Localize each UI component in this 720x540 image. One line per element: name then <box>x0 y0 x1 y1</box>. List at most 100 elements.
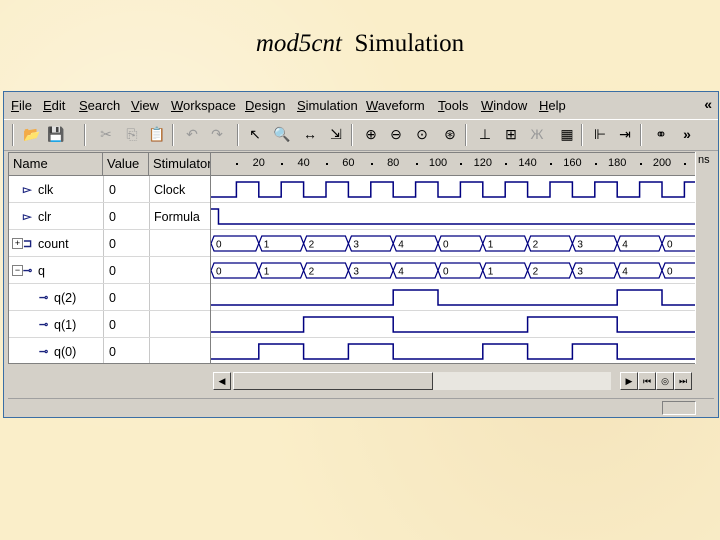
open-folder-icon[interactable]: 📂 <box>22 124 42 144</box>
zoom-in-icon[interactable]: ⊕ <box>361 124 381 144</box>
time-unit-label: ns <box>698 154 710 166</box>
q2-trace <box>211 289 695 306</box>
zoom-fit-icon[interactable]: ⊛ <box>440 124 460 144</box>
menu-help[interactable]: Help <box>539 98 566 113</box>
toolbar-separator <box>237 124 239 146</box>
cut-icon[interactable]: ✂ <box>96 124 116 144</box>
save-icon[interactable]: 💾 <box>46 124 66 144</box>
bus-icon: ⊐ <box>23 238 33 250</box>
copy-icon[interactable]: ⎘ <box>122 124 142 144</box>
count-value: 2 <box>533 240 539 251</box>
binoculars-icon[interactable]: ⚭ <box>651 124 671 144</box>
signal-name: clk <box>38 183 54 197</box>
menu-mnemonic: W <box>366 98 378 113</box>
signal-name: q(0) <box>54 345 77 359</box>
signal-row-q2[interactable]: ⊸ q(2) 0 <box>9 284 210 311</box>
q-waveform[interactable]: 012340123401 <box>211 257 695 284</box>
hierarchy-icon[interactable]: ▦ <box>557 124 577 144</box>
signal-name: q <box>38 264 45 278</box>
scroll-stop-button[interactable]: ◎ <box>656 372 674 390</box>
signal-list-panel: Name Value Stimulator ▻ clk 0 Clock ▻ clr 0 For… <box>8 152 211 364</box>
signal-value: 0 <box>109 345 116 359</box>
signal-name: clr <box>38 210 52 224</box>
menu-label-rest: earch <box>87 98 121 113</box>
q0-waveform[interactable] <box>211 338 695 363</box>
signal-stimulator: Clock <box>154 183 186 197</box>
horizontal-scroll-track[interactable] <box>233 372 611 390</box>
menu-tools[interactable]: Tools <box>438 98 468 113</box>
column-header-value[interactable]: Value <box>103 153 149 176</box>
toolbar: 📂 💾 ✂ ⎘ 📋 ↶ ↷ ↖ 🔍 ↔ ⇲ ⊕ ⊖ ⊙ ⊛ ⊥ ⊞ Ж ▦ ⊩ ⇥ ⚭ » <box>4 119 718 151</box>
redo-icon[interactable]: ↷ <box>207 124 227 144</box>
count-waveform[interactable]: 012340123401 <box>211 230 695 257</box>
q-waveform-svg: 012340123401 <box>211 262 695 279</box>
ruler-label: 80 <box>387 157 400 169</box>
ruler-label: 60 <box>342 157 355 169</box>
clk-waveform[interactable] <box>211 176 695 203</box>
column-header-stimulator[interactable]: Stimulator <box>149 153 210 176</box>
ruler-label: 200 <box>652 157 672 169</box>
zoom-out-icon[interactable]: ⊖ <box>386 124 406 144</box>
clk-waveform-svg <box>211 181 695 198</box>
ruler-tick <box>326 163 328 165</box>
menu-window[interactable]: Window <box>481 98 527 113</box>
menu-overflow-chevron[interactable]: « <box>704 96 712 112</box>
edge-right-icon[interactable]: ⇥ <box>615 124 635 144</box>
add-bus-icon[interactable]: ⊞ <box>501 124 521 144</box>
column-header-name[interactable]: Name <box>9 153 103 176</box>
toolbar-separator <box>351 124 353 146</box>
menu-view[interactable]: View <box>131 98 159 113</box>
menu-simulation[interactable]: Simulation <box>297 98 358 113</box>
stimulator-icon[interactable]: Ж <box>527 124 547 144</box>
signal-value: 0 <box>109 183 116 197</box>
waveform-panel[interactable]: 20406080100120140160180200 0123401234010… <box>211 152 695 364</box>
ruler-tick <box>415 163 418 165</box>
signal-value: 0 <box>109 264 116 278</box>
toolbar-overflow-chevron[interactable]: » <box>677 124 697 144</box>
menu-edit[interactable]: Edit <box>43 98 65 113</box>
scroll-last-button[interactable]: ⏭ <box>674 372 692 390</box>
select-arrow-icon[interactable]: ↖ <box>245 124 265 144</box>
menu-design[interactable]: Design <box>245 98 285 113</box>
signal-row-q0[interactable]: ⊸ q(0) 0 <box>9 338 210 363</box>
scroll-right-button[interactable]: ▶ <box>620 372 638 390</box>
q-value: 0 <box>216 267 222 278</box>
signal-row-count[interactable]: + ⊐ count 0 <box>9 230 210 257</box>
expand-toggle[interactable]: + <box>12 238 23 249</box>
q-value: 3 <box>353 267 359 278</box>
q1-waveform[interactable] <box>211 311 695 338</box>
toolbar-separator <box>12 124 14 146</box>
add-signal-icon[interactable]: ⊥ <box>475 124 495 144</box>
horizontal-scroll-thumb[interactable] <box>233 372 433 390</box>
zoom-area-icon[interactable]: ⊙ <box>412 124 432 144</box>
vertical-scrollbar[interactable]: ns <box>695 152 717 364</box>
scroll-first-button[interactable]: ⏮ <box>638 372 656 390</box>
clr-waveform[interactable] <box>211 203 695 230</box>
output-pin-icon: ⊸ <box>39 346 49 358</box>
q0-waveform-svg <box>211 343 695 360</box>
scroll-left-button[interactable]: ◀ <box>213 372 231 390</box>
title-italic: mod5cnt <box>255 30 342 57</box>
time-ruler[interactable]: 20 40 60 80 100 120 140 160 180 200 <box>211 153 695 176</box>
status-panel <box>662 401 696 415</box>
zoom-find-icon[interactable]: 🔍 <box>272 124 292 144</box>
measure-icon[interactable]: ↔ <box>300 124 320 144</box>
menu-file[interactable]: File <box>11 98 32 113</box>
signal-row-q[interactable]: − ⊸ q 0 <box>9 257 210 284</box>
q1-waveform-svg <box>211 316 695 333</box>
ruler-label: 100 <box>428 157 448 169</box>
q2-waveform[interactable] <box>211 284 695 311</box>
menu-waveform[interactable]: Waveform <box>366 98 425 113</box>
paste-icon[interactable]: 📋 <box>147 124 167 144</box>
collapse-toggle[interactable]: − <box>12 265 23 276</box>
menu-search[interactable]: Search <box>79 98 120 113</box>
marker-icon[interactable]: ⇲ <box>326 124 346 144</box>
signal-row-q1[interactable]: ⊸ q(1) 0 <box>9 311 210 338</box>
count-value: 4 <box>622 240 628 251</box>
undo-icon[interactable]: ↶ <box>182 124 202 144</box>
edge-left-icon[interactable]: ⊩ <box>590 124 610 144</box>
signal-row-clr[interactable]: ▻ clr 0 Formula <box>9 203 210 230</box>
signal-row-clk[interactable]: ▻ clk 0 Clock <box>9 176 210 203</box>
count-value: 0 <box>443 240 449 251</box>
menu-workspace[interactable]: Workspace <box>171 98 236 113</box>
